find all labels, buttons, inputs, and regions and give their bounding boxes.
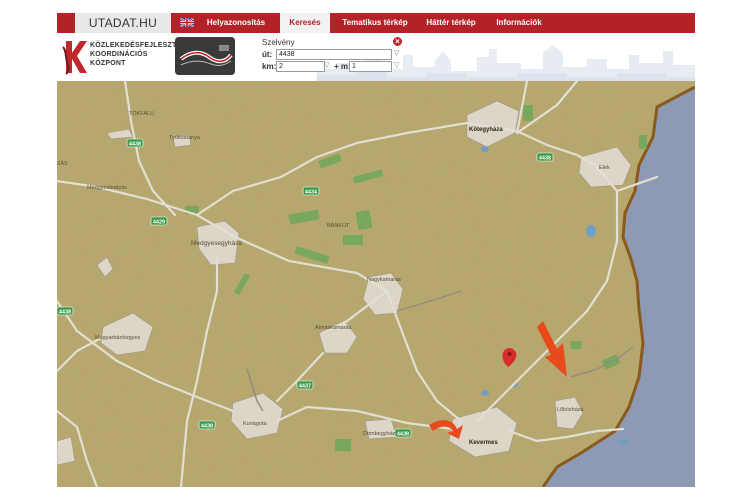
logo-line-2: KOORDINÁCIÓS [90, 51, 148, 58]
town-label-kotegyhaza: Kötegyháza [469, 127, 503, 133]
road-shield-label: 4438 [539, 156, 551, 162]
close-icon[interactable]: × [393, 37, 402, 46]
road-shield-3: 4429 [150, 216, 168, 226]
meter-input[interactable]: 1 [349, 61, 392, 72]
road-shield-label: 4438 [129, 142, 141, 148]
town-label-bankut: BÁNKÚT [327, 222, 350, 229]
road-shield-4: 4438 [536, 152, 554, 162]
road-shield-label: 4438 [59, 310, 71, 316]
search-panel-title: Szelvény [262, 38, 295, 47]
road-number-input[interactable]: 4438 [276, 49, 392, 60]
town-label-lokoshaza: Lőkösháza [557, 407, 585, 413]
top-navigation-bar: UTADAT.HU Helyazonosítás Keresés Tematik… [57, 13, 695, 33]
header-panel: KÖZLEKEDÉSFEJLESZTÉSI KOORDINÁCIÓS KÖZPO… [57, 33, 695, 81]
road-shield-5: 4438 [57, 306, 74, 316]
town-label-medgyesegyhaza: Medgyesegyháza [191, 240, 242, 247]
km-dropdown-icon[interactable]: ▽ [324, 61, 329, 69]
town-label-elek: Elek [599, 165, 610, 171]
town-label-kevermes: Kevermes [469, 440, 498, 446]
road-label: út: [262, 50, 273, 59]
tab-helyazonositas[interactable]: Helyazonosítás [200, 13, 272, 33]
road-shield-1: 4438 [126, 138, 144, 148]
road-shield-label: 4434 [305, 190, 318, 196]
tab-kereses[interactable]: Keresés [280, 13, 330, 33]
logo-line-1: KÖZLEKEDÉSFEJLESZTÉSI [90, 42, 189, 49]
town-label-tokfalu: TÓKFALU [129, 110, 154, 117]
town-label-medgyesbodzas: Medgyesbodzás [87, 185, 127, 191]
town-label-edge: ZÁS [57, 160, 68, 167]
road-dropdown-icon[interactable]: ▽ [394, 49, 399, 57]
uk-flag-icon[interactable] [180, 18, 194, 27]
meter-dropdown-icon[interactable]: ▽ [394, 61, 399, 69]
town-label-dombegyhaz: Dombegyház [363, 431, 396, 437]
km-input[interactable]: 2 [276, 61, 325, 72]
town-label-kunagota: Kunágota [243, 421, 267, 427]
tab-tematikus-terkep[interactable]: Tematikus térkép [336, 13, 414, 33]
kkk-logo-icon [62, 41, 87, 75]
town-label-magyarbanhegyes: Magyarbánhegyes [95, 335, 141, 341]
town-label-tyukostanya: Tyúkostanya [169, 135, 201, 141]
road-shield-8: 4438 [394, 428, 412, 438]
tab-hatter-terkep[interactable]: Háttér térkép [420, 13, 482, 33]
town-label-almaskamaras: Almáskamarás [315, 325, 352, 331]
logo-line-3: KÖZPONT [90, 60, 126, 67]
tab-informaciok[interactable]: Információk [489, 13, 549, 33]
road-shield-label: 4438 [201, 424, 213, 430]
road-shield-6: 4438 [198, 420, 216, 430]
road-shield-7: 4437 [296, 380, 314, 390]
map-view[interactable]: 4438 4434 4429 4438 4438 4438 4437 4438 … [57, 81, 695, 487]
road-app-icon[interactable] [175, 37, 235, 75]
km-label: km: [262, 62, 277, 71]
road-shield-label: 4437 [299, 384, 311, 390]
road-shield-label: 4429 [153, 220, 165, 226]
road-wave-icon [175, 37, 235, 75]
app-window: UTADAT.HU Helyazonosítás Keresés Tematik… [57, 13, 695, 487]
town-label-nagykamaras: Nagykamarás [367, 277, 401, 283]
road-shield-label: 4438 [397, 432, 409, 438]
site-brand[interactable]: UTADAT.HU [75, 13, 171, 33]
road-shield-2: 4434 [302, 186, 320, 196]
